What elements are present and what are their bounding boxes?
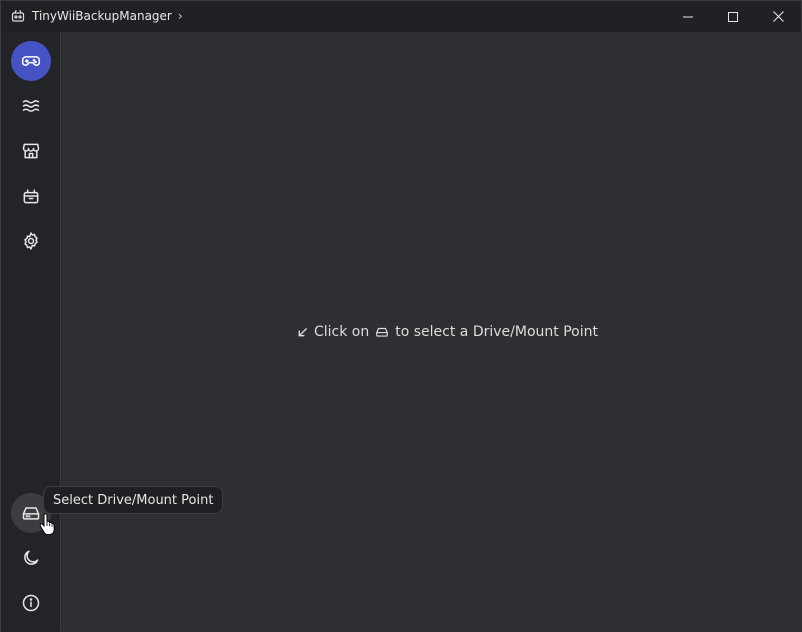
minimize-icon [683, 16, 693, 17]
sidebar-item-settings[interactable] [11, 221, 51, 261]
title-bar[interactable]: TinyWiiBackupManager › [1, 1, 801, 32]
hard-drive-icon [22, 507, 40, 520]
sidebar-item-games[interactable] [11, 41, 51, 81]
tooltip-text: Select Drive/Mount Point [53, 492, 214, 508]
sidebar [1, 32, 61, 632]
hint-text-before: Click on [314, 324, 370, 340]
gamepad-icon [21, 56, 41, 66]
maximize-button[interactable] [710, 1, 756, 32]
empty-state-hint: Click on to select a Drive/Mount Point [297, 323, 598, 341]
sidebar-item-wiiflow[interactable] [11, 86, 51, 126]
arrow-down-left-icon [298, 327, 307, 336]
toolbox-icon [23, 189, 39, 204]
about-button[interactable] [11, 583, 51, 623]
hard-drive-icon [376, 327, 389, 337]
store-icon [22, 143, 40, 159]
hand-cursor-icon [39, 513, 55, 535]
moon-icon [24, 550, 39, 565]
title-chevron-icon: › [177, 9, 183, 23]
window-title-text: TinyWiiBackupManager [32, 9, 172, 23]
app-logo-icon [11, 9, 25, 22]
sidebar-item-store[interactable] [11, 131, 51, 171]
gear-icon [24, 232, 38, 250]
app-window: TinyWiiBackupManager › Click on to selec… [0, 0, 802, 632]
waves-icon [22, 100, 40, 112]
minimize-button[interactable] [665, 1, 711, 32]
tooltip: Select Drive/Mount Point [43, 486, 224, 514]
close-icon [772, 11, 784, 22]
window-title: TinyWiiBackupManager › [32, 9, 183, 23]
hint-text-after: to select a Drive/Mount Point [395, 324, 598, 340]
info-icon [22, 594, 40, 612]
maximize-icon [728, 11, 738, 22]
theme-toggle-button[interactable] [11, 538, 51, 578]
sidebar-item-toolbox[interactable] [11, 176, 51, 216]
close-button[interactable] [755, 1, 801, 32]
